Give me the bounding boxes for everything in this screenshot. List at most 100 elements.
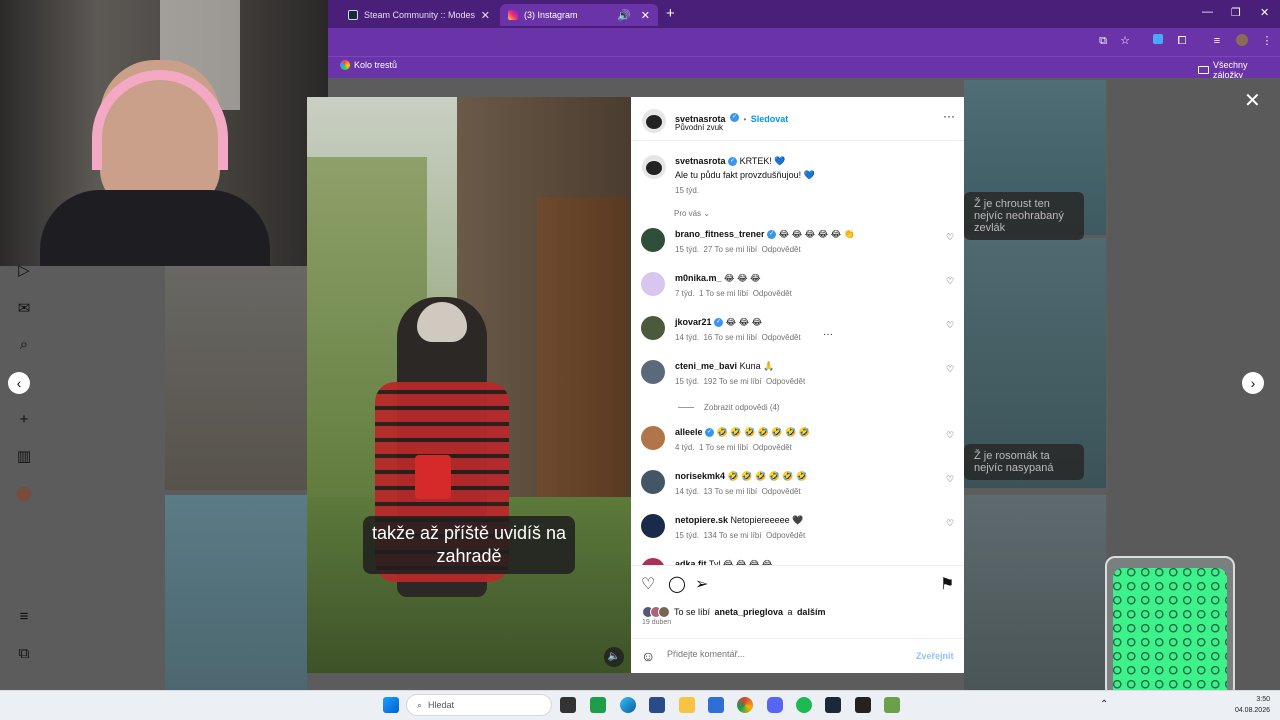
caption-username[interactable]: svetnasrota bbox=[675, 156, 726, 166]
like-heart-icon[interactable]: ♡ bbox=[641, 574, 655, 594]
liker-username[interactable]: aneta_prieglova bbox=[714, 607, 783, 617]
follow-button[interactable]: Sledovat bbox=[751, 114, 789, 124]
profile-icon[interactable] bbox=[16, 487, 32, 503]
comment-like-icon[interactable]: ♡ bbox=[946, 320, 954, 331]
reply-button[interactable]: Odpovědět bbox=[766, 377, 805, 386]
tab-steam-community[interactable]: Steam Community :: ModestoC ✕ bbox=[340, 4, 498, 26]
previous-post-button[interactable]: ‹ bbox=[8, 372, 30, 394]
commenter-avatar[interactable] bbox=[641, 272, 665, 296]
author-avatar[interactable] bbox=[642, 109, 666, 133]
new-tab-icon[interactable]: + bbox=[666, 5, 675, 22]
comment-like-icon[interactable]: ♡ bbox=[946, 474, 954, 485]
comment-likes[interactable]: 16 To se mi líbí bbox=[703, 333, 757, 342]
show-replies-toggle[interactable]: Zobrazit odpovědi (4) bbox=[678, 403, 780, 412]
close-tab-icon[interactable]: ✕ bbox=[641, 9, 650, 22]
reply-button[interactable]: Odpovědět bbox=[766, 531, 805, 540]
chrome-icon[interactable] bbox=[737, 697, 753, 713]
comment-filter-dropdown[interactable]: Pro vás ⌄ bbox=[674, 209, 710, 218]
system-tray-chevron-icon[interactable]: ⌃ bbox=[1100, 699, 1108, 710]
commenter-username[interactable]: netopiere.sk bbox=[675, 515, 728, 525]
commenter-username[interactable]: brano_fitness_trener bbox=[675, 229, 765, 239]
create-icon[interactable]: + bbox=[16, 412, 32, 428]
all-bookmarks[interactable]: Všechny záložky bbox=[1198, 60, 1280, 80]
discord-icon[interactable] bbox=[767, 697, 783, 713]
next-post-button[interactable]: › bbox=[1242, 372, 1264, 394]
install-app-icon[interactable]: ⧉ bbox=[1096, 34, 1110, 48]
windows-start-icon[interactable] bbox=[383, 697, 399, 713]
steam-icon[interactable] bbox=[825, 697, 841, 713]
caption-avatar[interactable] bbox=[642, 155, 666, 179]
mute-button[interactable]: 🔈 bbox=[604, 647, 624, 667]
publish-button[interactable]: Zveřejnit bbox=[916, 651, 954, 661]
editor-icon[interactable] bbox=[855, 697, 871, 713]
browser-menu-icon[interactable]: ⋮ bbox=[1260, 34, 1274, 48]
comment-like-icon[interactable]: ♡ bbox=[946, 276, 954, 287]
save-bookmark-icon[interactable]: ⚑ bbox=[940, 574, 954, 594]
commenter-username[interactable]: m0nika.m_ bbox=[675, 273, 722, 283]
comment-likes[interactable]: 27 To se mi líbí bbox=[703, 245, 757, 254]
threads-icon[interactable]: ⧉ bbox=[16, 646, 32, 662]
close-modal-icon[interactable]: ✕ bbox=[1244, 88, 1261, 113]
more-options-icon[interactable]: ··· bbox=[943, 109, 955, 123]
mail-icon[interactable] bbox=[708, 697, 724, 713]
task-view-icon[interactable] bbox=[560, 697, 576, 713]
file-explorer-icon[interactable] bbox=[679, 697, 695, 713]
spotify-icon[interactable] bbox=[796, 697, 812, 713]
comment-like-icon[interactable]: ♡ bbox=[946, 430, 954, 441]
close-window-icon[interactable]: ✕ bbox=[1260, 6, 1269, 19]
xbox-icon[interactable] bbox=[590, 697, 606, 713]
edge-icon[interactable] bbox=[620, 697, 636, 713]
commenter-avatar[interactable] bbox=[641, 360, 665, 384]
extension-icon[interactable] bbox=[1151, 34, 1165, 48]
comment-icon[interactable]: ◯ bbox=[668, 574, 686, 594]
comment-likes[interactable]: 192 To se mi líbí bbox=[703, 377, 761, 386]
comment-input[interactable] bbox=[667, 649, 897, 659]
likes-others-link[interactable]: dalším bbox=[797, 607, 826, 617]
comment-likes[interactable]: 1 To se mi líbí bbox=[699, 443, 748, 452]
comment-likes[interactable]: 13 To se mi líbí bbox=[703, 487, 757, 496]
minimize-icon[interactable]: — bbox=[1202, 6, 1213, 18]
commenter-username[interactable]: cteni_me_bavi bbox=[675, 361, 737, 371]
bookmark-star-icon[interactable]: ☆ bbox=[1118, 34, 1132, 48]
profile-avatar-icon[interactable] bbox=[1235, 34, 1249, 48]
audio-label[interactable]: Původní zvuk bbox=[675, 123, 723, 132]
commenter-username[interactable]: alleele bbox=[675, 427, 703, 437]
commenter-avatar[interactable] bbox=[641, 228, 665, 252]
maximize-icon[interactable]: ❐ bbox=[1231, 6, 1241, 19]
commenter-avatar[interactable] bbox=[641, 426, 665, 450]
reply-button[interactable]: Odpovědět bbox=[753, 443, 792, 452]
taskbar-clock[interactable]: 3:50 04.08.2026 bbox=[1226, 694, 1270, 716]
reply-button[interactable]: Odpovědět bbox=[762, 245, 801, 254]
reply-button[interactable]: Odpovědět bbox=[762, 487, 801, 496]
dashboard-icon[interactable]: ▥ bbox=[16, 449, 32, 465]
taskbar-search[interactable]: ⌕ Hledat bbox=[406, 694, 552, 716]
share-icon[interactable]: ➢ bbox=[695, 574, 708, 594]
tab-instagram[interactable]: (3) Instagram 🔊 ✕ bbox=[500, 4, 658, 26]
commenter-username[interactable]: norisekmk4 bbox=[675, 471, 725, 481]
search-icon[interactable]: ⌕ bbox=[16, 337, 32, 353]
reading-list-icon[interactable]: ≡ bbox=[1210, 34, 1224, 48]
commenter-avatar[interactable] bbox=[641, 514, 665, 538]
comment-likes[interactable]: 1 To se mi líbí bbox=[699, 289, 748, 298]
commenter-username[interactable]: jkovar21 bbox=[675, 317, 712, 327]
extensions-puzzle-icon[interactable]: ⧠ bbox=[1175, 34, 1189, 48]
calculator-icon[interactable] bbox=[649, 697, 665, 713]
comment-like-icon[interactable]: ♡ bbox=[946, 364, 954, 375]
emoji-icon[interactable]: ☺ bbox=[641, 648, 655, 664]
comment-likes[interactable]: 134 To se mi líbí bbox=[703, 531, 761, 540]
reply-button[interactable]: Odpovědět bbox=[753, 289, 792, 298]
comment-input-bar: ☺ Zveřejnit bbox=[631, 638, 964, 673]
comment-like-icon[interactable]: ♡ bbox=[946, 518, 954, 529]
post-video[interactable] bbox=[307, 97, 631, 673]
more-menu-icon[interactable]: ≡ bbox=[16, 609, 32, 625]
bookmark-kolo-trestu[interactable]: Kolo trestů bbox=[340, 60, 397, 70]
close-tab-icon[interactable]: ✕ bbox=[481, 9, 490, 22]
comment-like-icon[interactable]: ♡ bbox=[946, 232, 954, 243]
commenter-avatar[interactable] bbox=[641, 470, 665, 494]
reply-button[interactable]: Odpovědět bbox=[762, 333, 801, 342]
speaker-icon[interactable]: 🔊 bbox=[617, 9, 631, 22]
comment-options-icon[interactable]: ··· bbox=[823, 329, 833, 340]
commenter-avatar[interactable] bbox=[641, 316, 665, 340]
messages-icon[interactable]: ✉ bbox=[16, 301, 32, 317]
minecraft-icon[interactable] bbox=[884, 697, 900, 713]
